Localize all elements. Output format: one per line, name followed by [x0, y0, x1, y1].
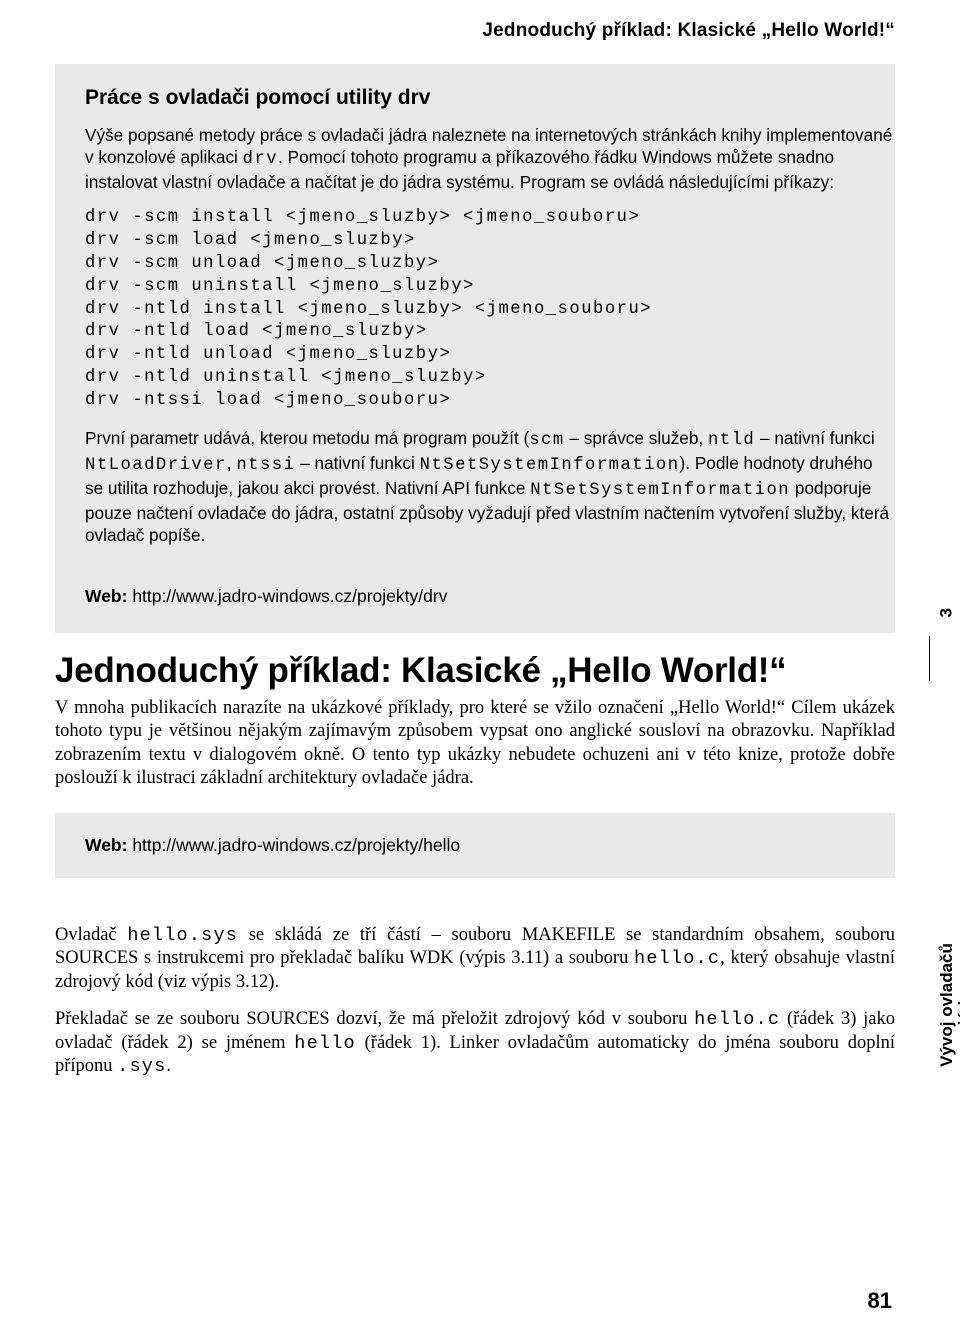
web-label: Web: — [85, 835, 132, 855]
web-url: http://www.jadro-windows.cz/projekty/hel… — [132, 835, 460, 855]
margin-tab: 3 Vývoj ovladačůjádra — [896, 608, 936, 918]
text: , — [227, 453, 237, 473]
inline-code: hello — [294, 1033, 356, 1054]
web-label: Web: — [85, 586, 132, 606]
inline-code: hello.c — [634, 948, 720, 969]
box-heading: Práce s ovladači pomocí utility drv — [85, 86, 895, 110]
body-paragraph-2: Překladač se ze souboru SOURCES dozví, ž… — [55, 1008, 895, 1078]
inline-code: hello.c — [694, 1009, 780, 1030]
running-head: Jednoduchý příklad: Klasické „Hello Worl… — [55, 20, 895, 42]
inline-code-drv: drv — [243, 150, 278, 169]
inline-code: hello.sys — [127, 925, 238, 946]
page-number: 81 — [868, 1288, 892, 1314]
chapter-number: 3 — [936, 608, 956, 617]
web-reference: Web: http://www.jadro-windows.cz/projekt… — [85, 586, 895, 607]
text: První parametr udává, kterou metodu má p… — [85, 428, 529, 448]
box-paragraph-2: První parametr udává, kterou metodu má p… — [85, 427, 895, 546]
section-intro: V mnoha publikacích narazíte na ukázkové… — [55, 697, 895, 791]
inline-code: .sys — [117, 1056, 166, 1077]
text: – správce služeb, — [565, 428, 708, 448]
inline-code: ntld — [708, 431, 755, 450]
text: Ovladač — [55, 925, 127, 945]
divider — [929, 636, 930, 681]
page: Jednoduchý příklad: Klasické „Hello Worl… — [0, 0, 960, 1328]
inline-code: NtSetSystemInformation — [420, 456, 680, 475]
sidebar-box-hello: Web: http://www.jadro-windows.cz/projekt… — [55, 813, 895, 878]
text: Překladač se ze souboru SOURCES dozví, ž… — [55, 1009, 694, 1029]
body-paragraph-1: Ovladač hello.sys se skládá ze tří částí… — [55, 924, 895, 994]
text: – nativní funkci — [755, 428, 874, 448]
chapter-title: Vývoj ovladačůjádra — [938, 900, 960, 1110]
web-url: http://www.jadro-windows.cz/projekty/drv — [132, 586, 447, 606]
code-block: drv -scm install <jmeno_sluzby> <jmeno_s… — [85, 207, 895, 413]
inline-code: ntssi — [236, 456, 295, 475]
sidebar-box-drv: Práce s ovladači pomocí utility drv Výše… — [55, 64, 895, 633]
inline-code: scm — [529, 431, 564, 450]
inline-code: NtLoadDriver — [85, 456, 227, 475]
content-area: Jednoduchý příklad: Klasické „Hello Worl… — [0, 0, 960, 1079]
text: . — [166, 1056, 171, 1076]
inline-code: NtSetSystemInformation — [530, 481, 790, 500]
box-paragraph-1: Výše popsané metody práce s ovladači jád… — [85, 124, 895, 193]
section-heading: Jednoduchý příklad: Klasické „Hello Worl… — [55, 651, 895, 691]
text: – nativní funkci — [295, 453, 419, 473]
